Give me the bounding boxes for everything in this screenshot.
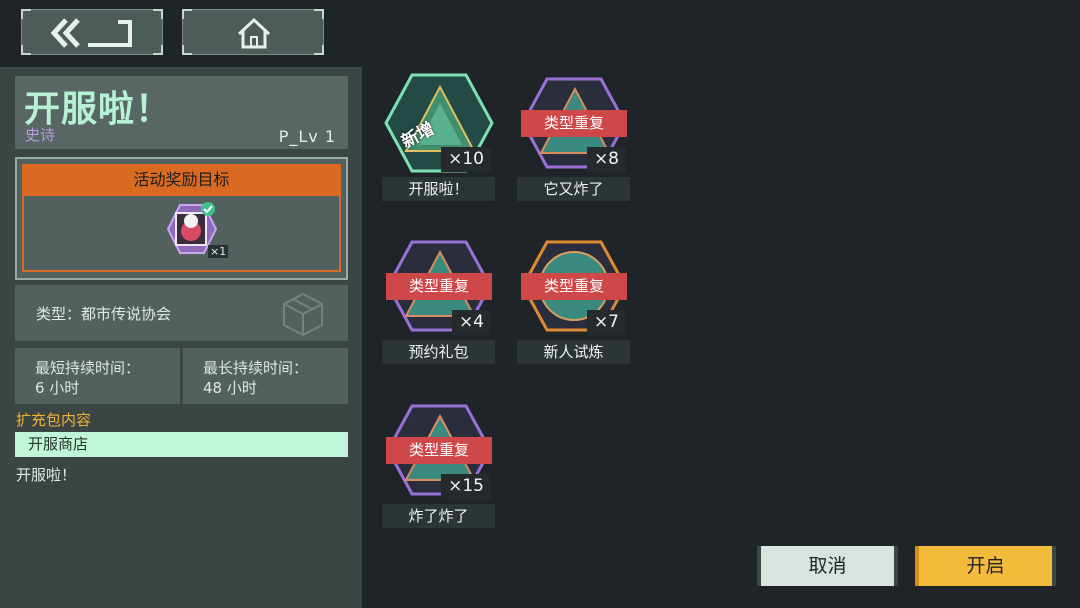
pack-card-count: ×15 xyxy=(441,474,491,499)
pack-description: 开服啦！ xyxy=(16,466,77,484)
pack-rarity: 史诗 xyxy=(25,126,56,144)
pack-card-name: 它又炸了 xyxy=(517,177,630,201)
reward-count: ×1 xyxy=(208,245,229,258)
pack-card-name: 预约礼包 xyxy=(382,340,495,364)
reward-item[interactable]: ×1 xyxy=(160,201,230,263)
home-icon xyxy=(237,17,271,49)
min-duration-box: 最短持续时间： 6 小时 xyxy=(15,348,180,404)
expansion-content-label: 扩充包内容 xyxy=(16,411,92,429)
home-button[interactable] xyxy=(182,9,324,55)
pack-card-count: ×7 xyxy=(586,310,626,335)
max-duration-box: 最长持续时间： 48 小时 xyxy=(183,348,348,404)
pack-card-count: ×10 xyxy=(441,147,491,172)
double-chevron-left-icon xyxy=(50,18,132,48)
reward-target-box: 活动奖励目标 ×1 xyxy=(15,157,348,280)
cube-icon xyxy=(283,292,323,337)
pack-card-name: 开服啦！ xyxy=(382,177,495,201)
reward-target-header: 活动奖励目标 xyxy=(22,164,341,196)
duplicate-type-banner: 类型重复 xyxy=(521,273,627,300)
open-button[interactable]: 开启 xyxy=(915,546,1056,586)
expansion-shop-item[interactable]: 开服商店 xyxy=(15,432,348,457)
cancel-button[interactable]: 取消 xyxy=(757,546,898,586)
pack-level: P_Lv 1 xyxy=(278,127,336,146)
back-button[interactable] xyxy=(21,9,163,55)
min-duration-value: 6 小时 xyxy=(35,379,80,397)
pack-detail-panel: 开服啦！ 史诗 P_Lv 1 活动奖励目标 ×1 类型：都市传说协会 最短持续时… xyxy=(0,67,362,608)
duplicate-type-banner: 类型重复 xyxy=(386,273,492,300)
pack-type-box: 类型：都市传说协会 xyxy=(15,285,348,341)
duplicate-type-banner: 类型重复 xyxy=(386,437,492,464)
pack-title-box: 开服啦！ 史诗 P_Lv 1 xyxy=(15,76,348,149)
pack-card-count: ×4 xyxy=(451,310,491,335)
duplicate-type-banner: 类型重复 xyxy=(521,110,627,137)
pack-card-name: 炸了炸了 xyxy=(382,504,495,528)
pack-card-name: 新人试炼 xyxy=(517,340,630,364)
max-duration-value: 48 小时 xyxy=(203,379,257,397)
min-duration-label: 最短持续时间： xyxy=(35,359,141,377)
max-duration-label: 最长持续时间： xyxy=(203,359,309,377)
pack-type: 类型：都市传说协会 xyxy=(36,305,172,323)
pack-card-count: ×8 xyxy=(586,147,626,172)
